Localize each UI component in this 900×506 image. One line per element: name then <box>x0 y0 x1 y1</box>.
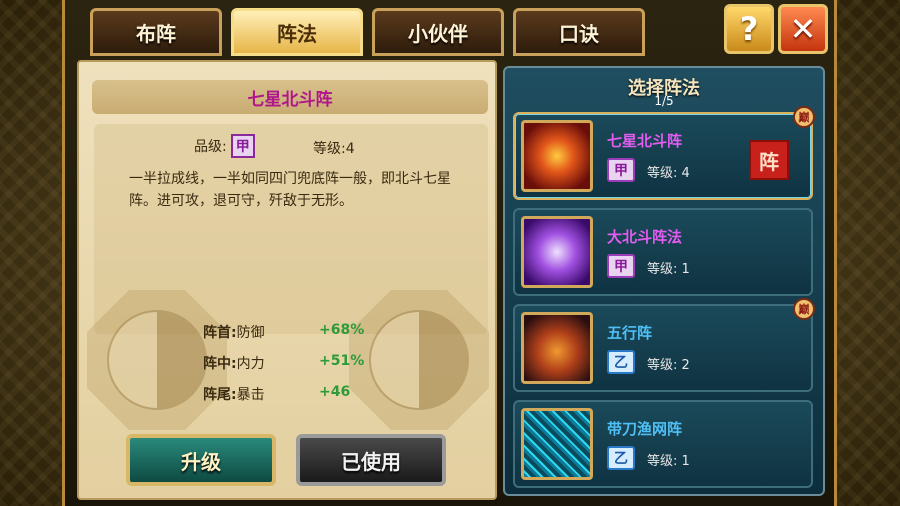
formation-card[interactable]: 大北斗阵法 甲 等级: 1 <box>513 208 813 296</box>
formation-level: 等级: 1 <box>647 450 690 469</box>
stat-position: 阵首: <box>203 325 237 341</box>
level-value: 1 <box>681 454 690 469</box>
level-value: 1 <box>681 262 690 277</box>
page-indicator: 1/5 <box>654 94 674 108</box>
stat-position: 阵尾: <box>203 387 237 403</box>
tab-mantra[interactable]: 口诀 <box>513 8 645 56</box>
grade-badge: 甲 <box>607 254 635 278</box>
level-value: 4 <box>345 141 355 157</box>
formation-name: 五行阵 <box>607 324 653 342</box>
level-row: 等级:4 <box>313 138 355 158</box>
formation-detail-panel: 七星北斗阵 品级: 甲 等级:4 一半拉成线，一半如同四门兜底阵一般，即北斗七星… <box>77 60 497 500</box>
formation-level: 等级: 1 <box>647 258 690 277</box>
stat-value: +46 <box>319 384 351 400</box>
peak-badge: 巅 <box>793 298 815 320</box>
used-button[interactable]: 已使用 <box>296 434 446 486</box>
peak-badge: 巅 <box>793 106 815 128</box>
stat-value: +51% <box>319 353 365 369</box>
fishing-net-formation-icon <box>521 408 593 480</box>
formation-name: 大北斗阵法 <box>607 228 683 246</box>
stat-value: +68% <box>319 322 365 338</box>
grade-label: 品级: <box>194 139 227 155</box>
formation-level: 等级: 2 <box>647 354 690 373</box>
in-use-seal: 阵 <box>749 140 789 180</box>
grade-badge: 乙 <box>607 350 635 374</box>
level-label: 等级: <box>647 454 678 469</box>
tab-formation-method[interactable]: 阵法 <box>231 8 363 56</box>
stat-attribute: 防御 <box>236 325 265 341</box>
grade-badge: 甲 <box>607 158 635 182</box>
stat-middle: 阵中:内力 <box>203 353 265 373</box>
formation-name: 带刀渔网阵 <box>607 420 683 438</box>
level-value: 4 <box>681 166 690 181</box>
seven-star-formation-icon <box>521 120 593 192</box>
level-label: 等级: <box>647 166 678 181</box>
formation-selector-panel: 选择阵法 1/5 七星北斗阵 甲 等级: 4 阵 巅 大北斗阵法 甲 等级: 1… <box>503 66 825 496</box>
level-value: 2 <box>681 358 690 373</box>
yin-yang-right-icon <box>369 310 469 410</box>
grade-badge: 乙 <box>607 446 635 470</box>
grade-row: 品级: 甲 <box>194 134 255 158</box>
level-label: 等级: <box>647 358 678 373</box>
stat-position: 阵中: <box>203 356 237 372</box>
formation-card[interactable]: 七星北斗阵 甲 等级: 4 阵 巅 <box>513 106 815 200</box>
help-button[interactable]: ? <box>724 4 774 54</box>
formation-card[interactable]: 带刀渔网阵 乙 等级: 1 <box>513 400 813 488</box>
formation-card[interactable]: 五行阵 乙 等级: 2 巅 <box>513 298 815 392</box>
tab-formation[interactable]: 布阵 <box>90 8 222 56</box>
close-button[interactable]: ✕ <box>778 4 828 54</box>
stat-attribute: 暴击 <box>236 387 265 403</box>
formation-level: 等级: 4 <box>647 162 690 181</box>
formation-description: 一半拉成线，一半如同四门兜底阵一般，即北斗七星阵。进可攻，退可守，歼敌于无形。 <box>129 171 451 209</box>
stat-attribute: 内力 <box>236 356 265 372</box>
question-mark-icon: ? <box>739 10 759 48</box>
stat-rear: 阵尾:暴击 <box>203 384 265 404</box>
grade-badge: 甲 <box>230 134 255 158</box>
five-elements-formation-icon <box>521 312 593 384</box>
formation-name: 七星北斗阵 <box>607 132 683 150</box>
upgrade-button[interactable]: 升级 <box>126 434 276 486</box>
close-icon: ✕ <box>789 10 817 48</box>
stat-front: 阵首:防御 <box>203 322 265 342</box>
formation-title: 七星北斗阵 <box>92 80 488 114</box>
yin-yang-left-icon <box>107 310 207 410</box>
tab-partners[interactable]: 小伙伴 <box>372 8 504 56</box>
great-big-dipper-formation-icon <box>521 216 593 288</box>
level-label: 等级: <box>313 141 346 157</box>
level-label: 等级: <box>647 262 678 277</box>
